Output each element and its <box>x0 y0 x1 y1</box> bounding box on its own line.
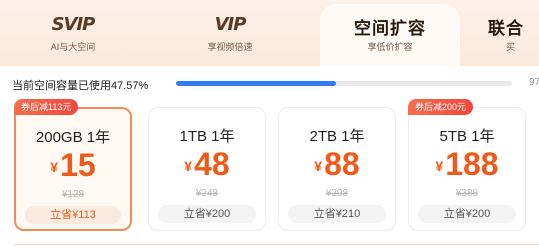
currency-symbol: ¥ <box>314 158 323 174</box>
plan-name: 2TB 1年 <box>309 128 365 145</box>
tab-vip-subtitle: 享视频倍速 <box>207 42 253 52</box>
coupon-badge-5tb: 券后减200元 <box>408 99 474 115</box>
savings-tag: 立省¥200 <box>418 205 516 223</box>
currency-symbol: ¥ <box>435 158 444 174</box>
tab-svip-title: SVIP <box>51 14 96 35</box>
price-value: 15 <box>60 147 96 183</box>
tab-storage-subtitle: 享低价扩容 <box>367 42 413 52</box>
price-value: 188 <box>445 146 499 182</box>
tab-storage-title: 空间扩容 <box>354 19 426 38</box>
plan-card-5tb[interactable]: 5TB 1年 ¥188 ¥388 立省¥200 <box>408 107 526 231</box>
price-value: 88 <box>324 146 360 182</box>
savings-tag: 立省¥113 <box>25 206 121 224</box>
currency-symbol: ¥ <box>184 158 193 174</box>
coupon-badge-200gb: 券后减113元 <box>14 99 79 115</box>
storage-usage-text: 当前空间容量已使用47.57% <box>12 80 149 92</box>
tab-joint-title: 联合 <box>488 19 524 38</box>
plan-card-2tb[interactable]: 2TB 1年 ¥88 ¥298 立省¥210 <box>278 107 396 231</box>
plan-price: ¥88 <box>279 146 395 183</box>
savings-tag: 立省¥210 <box>288 205 386 223</box>
membership-tab-bar: SVIP AI与大空间 VIP 享视频倍速 空间扩容 享低价扩容 联合 买 <box>0 0 539 66</box>
savings-tag: 立省¥200 <box>158 205 256 223</box>
tab-vip-title: VIP <box>214 14 247 35</box>
tab-svip-subtitle: AI与大空间 <box>50 42 96 52</box>
plan-price: ¥48 <box>149 146 265 183</box>
plan-card-1tb[interactable]: 1TB 1年 ¥48 ¥248 立省¥200 <box>148 107 266 231</box>
storage-capacity-label: 97 <box>529 77 539 88</box>
tab-vip[interactable]: VIP 享视频倍速 <box>175 0 285 66</box>
price-value: 48 <box>194 146 230 182</box>
original-price: ¥128 <box>61 189 85 200</box>
storage-usage-fill <box>176 81 336 86</box>
original-price: ¥298 <box>325 188 349 199</box>
original-price: ¥388 <box>455 188 479 199</box>
original-price: ¥248 <box>195 188 219 199</box>
tab-svip[interactable]: SVIP AI与大空间 <box>28 0 118 66</box>
plan-price: ¥15 <box>16 147 130 184</box>
tab-joint[interactable]: 联合 买 <box>478 0 539 66</box>
currency-symbol: ¥ <box>50 159 59 175</box>
plan-price: ¥188 <box>409 146 525 183</box>
tab-storage-expansion[interactable]: 空间扩容 享低价扩容 <box>320 4 460 66</box>
plan-name: 5TB 1年 <box>439 128 495 145</box>
storage-usage-bar <box>176 81 512 86</box>
plan-name: 1TB 1年 <box>179 128 235 145</box>
tab-joint-subtitle: 买 <box>506 42 516 52</box>
plan-card-200gb[interactable]: 200GB 1年 ¥15 ¥128 立省¥113 <box>14 107 132 231</box>
plan-name: 200GB 1年 <box>35 129 111 146</box>
